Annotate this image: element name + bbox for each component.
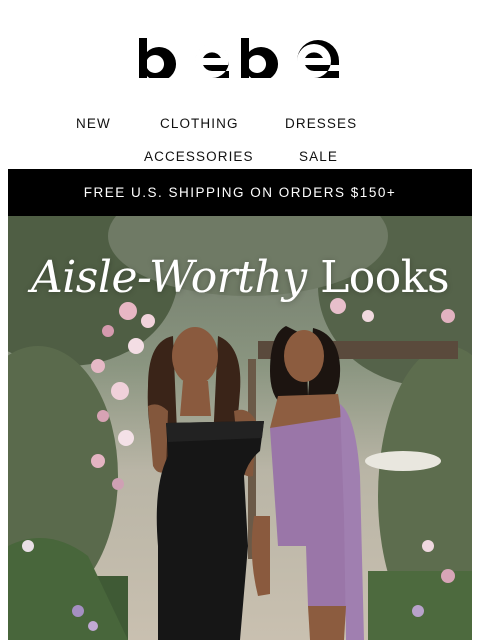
bebe-logo[interactable]: [0, 38, 480, 86]
promo-text: FREE U.S. SHIPPING ON ORDERS $150+: [83, 185, 397, 200]
nav-item-new[interactable]: NEW: [76, 116, 111, 131]
nav-item-dresses[interactable]: DRESSES: [285, 116, 357, 131]
hero-title-rest: Looks: [306, 252, 450, 303]
promo-banner[interactable]: FREE U.S. SHIPPING ON ORDERS $150+: [8, 169, 472, 216]
nav-item-clothing[interactable]: CLOTHING: [160, 116, 239, 131]
hero-banner[interactable]: Aisle-Worthy Looks: [8, 216, 472, 640]
logo-wordmark-icon: [139, 38, 339, 78]
model-black-dress: [147, 327, 264, 640]
hero-title-italic: Aisle-Worthy: [30, 252, 307, 303]
nav-row-primary: NEW CLOTHING DRESSES: [0, 112, 480, 134]
nav-row-secondary: ACCESSORIES SALE: [0, 145, 480, 167]
nav-item-accessories[interactable]: ACCESSORIES: [144, 149, 254, 164]
nav-item-sale[interactable]: SALE: [299, 149, 338, 164]
model-lilac-romper: [251, 326, 364, 640]
hero-title: Aisle-Worthy Looks: [8, 252, 472, 303]
